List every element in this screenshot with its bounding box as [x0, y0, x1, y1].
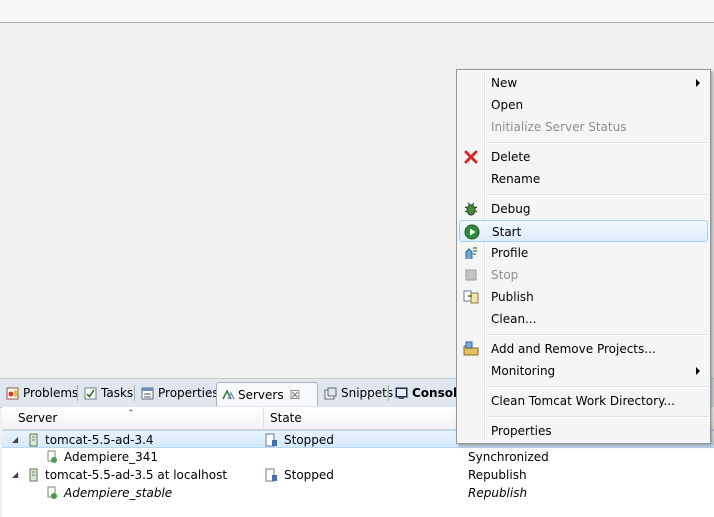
menu-item-debug[interactable]: Debug [459, 198, 708, 220]
start-run-icon [464, 224, 480, 240]
module-icon [46, 450, 59, 463]
profile-icon [463, 245, 479, 261]
tab-divider [134, 385, 135, 401]
tab-tasks[interactable]: Tasks [80, 382, 137, 404]
tab-label: Snippets [341, 386, 394, 400]
menu-item-clean[interactable]: Clean... [459, 308, 708, 330]
menu-item-label: Clean Tomcat Work Directory... [491, 394, 675, 408]
menu-item-label: Open [491, 98, 524, 112]
submenu-arrow-icon [696, 79, 700, 87]
properties-icon [141, 387, 154, 400]
console-icon [395, 387, 408, 400]
server-icon [27, 468, 40, 482]
problems-icon [6, 387, 19, 400]
tab-divider [77, 385, 78, 401]
menu-item-new[interactable]: New [459, 72, 708, 94]
expand-toggle-icon[interactable]: ◢ [12, 431, 18, 449]
table-row[interactable]: Adempiere_341 Synchronized [2, 448, 714, 466]
module-name: Adempiere_stable [64, 486, 173, 500]
top-toolbar-strip [0, 0, 714, 23]
server-name: tomcat-5.5-ad-3.5 at localhost [45, 468, 228, 482]
tab-label: Problems [23, 386, 79, 400]
expand-toggle-icon[interactable]: ◢ [12, 466, 18, 484]
server-status: Synchronized [468, 450, 549, 464]
stop-icon [463, 267, 479, 283]
menu-item-label: Add and Remove Projects... [491, 342, 656, 356]
menu-item-label: Debug [491, 202, 531, 216]
menu-item-label: New [491, 76, 518, 90]
menu-separator [487, 142, 708, 144]
stopped-state-icon [265, 468, 278, 482]
menu-item-start[interactable]: Start [459, 220, 708, 242]
menu-item-open[interactable]: Open [459, 94, 708, 116]
menu-item-label: Delete [491, 150, 531, 164]
menu-separator [487, 194, 708, 196]
menu-item-label: Initialize Server Status [491, 120, 627, 134]
tab-label: Properties [158, 386, 219, 400]
add-remove-projects-icon [463, 341, 479, 357]
sort-caret-icon: ⌃ [127, 409, 135, 419]
column-label: Server [18, 411, 58, 425]
server-state: Stopped [284, 468, 334, 482]
menu-item-rename[interactable]: Rename [459, 168, 708, 190]
server-status: Republish [468, 468, 527, 482]
module-name: Adempiere_341 [64, 450, 158, 464]
delete-icon [463, 149, 479, 165]
stopped-state-icon [265, 433, 278, 447]
tab-label: Tasks [101, 386, 134, 400]
snippets-icon [324, 387, 337, 400]
context-menu: New Open Initialize Server Status Delete… [456, 69, 711, 444]
tab-servers[interactable]: Servers ☒ [216, 382, 318, 406]
module-icon [46, 486, 59, 499]
menu-item-label: Properties [491, 424, 552, 438]
menu-item-clean-tomcat-work-directory[interactable]: Clean Tomcat Work Directory... [459, 390, 708, 412]
menu-item-profile[interactable]: Profile [459, 242, 708, 264]
tab-snippets[interactable]: Snippets [320, 382, 397, 404]
tab-properties[interactable]: Properties [137, 382, 223, 404]
menu-item-publish[interactable]: Publish [459, 286, 708, 308]
table-row[interactable]: ◢ tomcat-5.5-ad-3.5 at localhost Stopped… [2, 466, 714, 484]
menu-item-stop: Stop [459, 264, 708, 286]
table-row[interactable]: Adempiere_stable Republish [2, 484, 714, 502]
servers-icon [221, 388, 235, 401]
menu-separator [487, 416, 708, 418]
menu-item-initialize-server-status: Initialize Server Status [459, 116, 708, 138]
tab-problems[interactable]: Problems [2, 382, 82, 404]
menu-item-label: Profile [491, 246, 529, 260]
server-name: tomcat-5.5-ad-3.4 [45, 433, 154, 447]
menu-item-delete[interactable]: Delete [459, 146, 708, 168]
menu-item-label: Monitoring [491, 364, 556, 378]
tab-label: Servers [238, 387, 284, 402]
menu-item-label: Stop [491, 268, 519, 282]
menu-item-label: Start [492, 225, 522, 239]
tab-divider [388, 385, 389, 401]
column-label: State [270, 411, 302, 425]
menu-item-label: Rename [491, 172, 541, 186]
server-state: Stopped [284, 433, 334, 447]
menu-separator [487, 334, 708, 336]
server-status: Republish [468, 486, 528, 500]
column-header-state[interactable]: State [264, 407, 464, 429]
menu-item-monitoring[interactable]: Monitoring [459, 360, 708, 382]
menu-separator [487, 386, 708, 388]
submenu-arrow-icon [696, 367, 700, 375]
publish-icon [463, 289, 479, 305]
tasks-icon [84, 387, 97, 400]
menu-item-properties[interactable]: Properties [459, 420, 708, 442]
column-header-server[interactable]: Server ⌃ [2, 407, 264, 429]
debug-bug-icon [463, 201, 479, 217]
menu-item-label: Publish [491, 290, 534, 304]
server-icon [27, 433, 40, 447]
menu-item-label: Clean... [491, 312, 537, 326]
menu-item-add-remove-projects[interactable]: Add and Remove Projects... [459, 338, 708, 360]
close-icon[interactable]: ☒ [290, 388, 301, 402]
